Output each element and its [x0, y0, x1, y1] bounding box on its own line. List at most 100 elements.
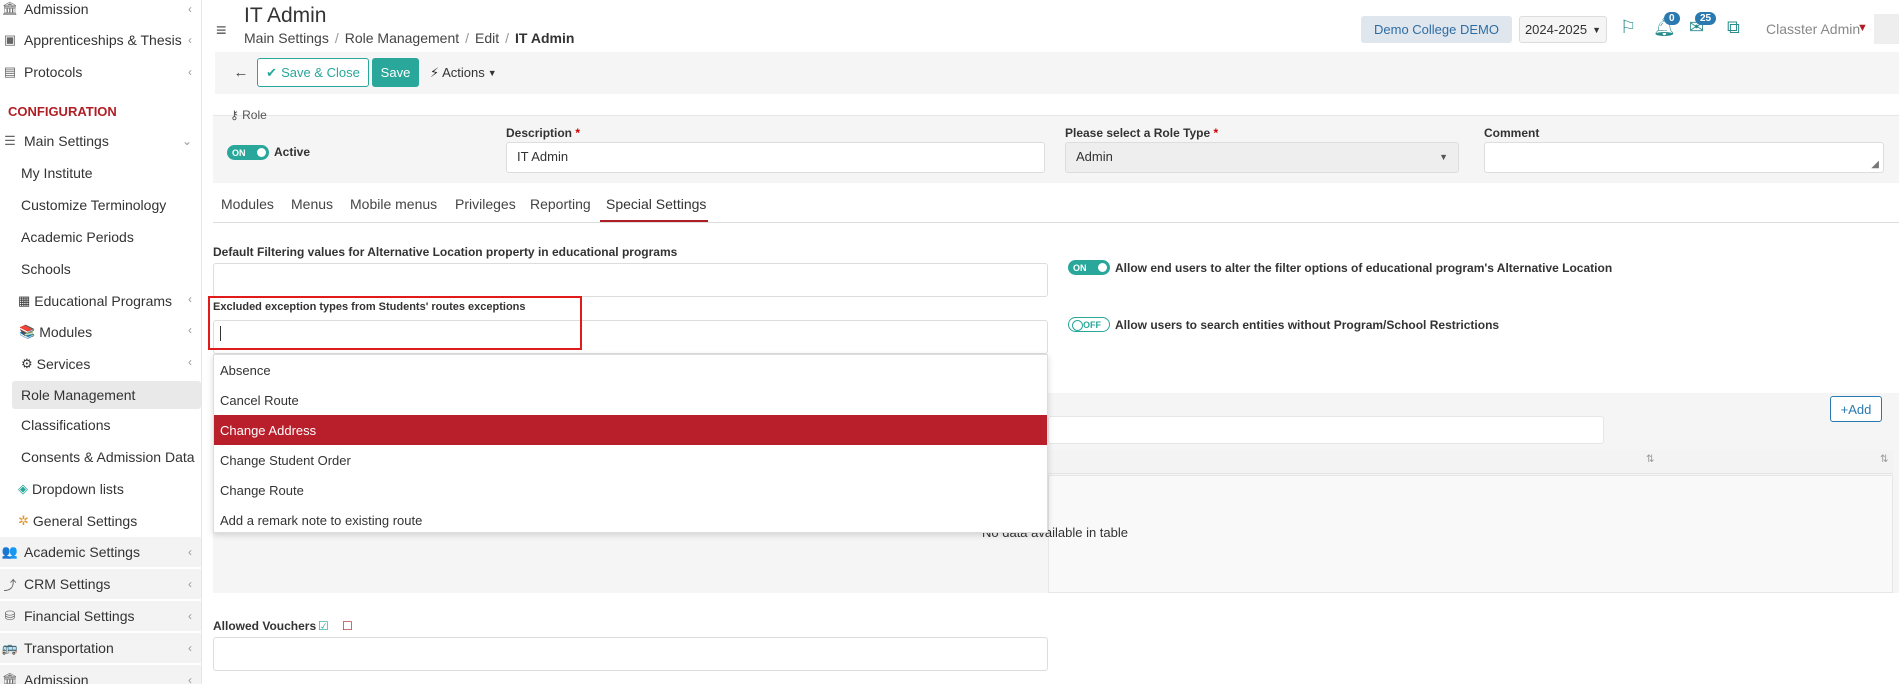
sidebar-sub-role-management[interactable]: Role Management [21, 381, 135, 409]
breadcrumb-current: IT Admin [515, 30, 575, 46]
sidebar-item-apprenticeships[interactable]: ▣ Apprenticeships & Thesis ‹ [0, 25, 201, 55]
search-restrictions-label: Allow users to search entities without P… [1115, 318, 1500, 332]
chevron-left-icon: ‹ [188, 292, 192, 306]
sidebar-sub-label: Role Management [21, 387, 136, 403]
sidebar-item-financial-settings[interactable]: ⛁ Financial Settings ‹ [0, 601, 201, 631]
comment-textarea[interactable]: ◢ [1484, 142, 1884, 173]
search-restrictions-toggle[interactable]: OFF [1068, 317, 1110, 332]
add-button[interactable]: + Add [1830, 396, 1882, 422]
sidebar-item-admission[interactable]: 🏛 Admission ‹ [0, 0, 201, 24]
save-button[interactable]: Save [372, 58, 419, 87]
breadcrumb-edit[interactable]: Edit [475, 30, 499, 46]
actions-dropdown-button[interactable]: ⚡︎ Actions ▼ [430, 58, 497, 87]
chevron-left-icon: ‹ [188, 65, 192, 79]
back-arrow-icon[interactable]: ← [230, 60, 252, 84]
comment-label: Comment [1484, 126, 1540, 140]
active-toggle[interactable]: ON [227, 145, 269, 160]
dropdown-option-cancel-route[interactable]: Cancel Route [214, 385, 1047, 415]
breadcrumb: Main Settings / Role Management / Edit /… [244, 30, 574, 46]
sidebar-sub-label: My Institute [21, 165, 93, 181]
save-close-label: Save & Close [281, 65, 360, 80]
sidebar-sub-schools[interactable]: Schools [21, 255, 71, 283]
allowed-vouchers-input[interactable] [213, 637, 1048, 671]
tab-privileges[interactable]: Privileges [455, 196, 516, 212]
college-selector-button[interactable]: Demo College DEMO [1361, 16, 1512, 43]
sidebar-sub-modules[interactable]: 📚 Modules [19, 318, 92, 346]
table-header: ⇅ ⇅ [1048, 450, 1893, 474]
tab-modules[interactable]: Modules [221, 196, 274, 212]
sidebar-sub-label: Customize Terminology [21, 197, 167, 213]
sidebar-item-transportation[interactable]: 🚌 Transportation ‹ [0, 633, 201, 663]
sidebar-item-protocols[interactable]: ▤ Protocols ‹ [0, 57, 201, 87]
chevron-left-icon: ‹ [188, 577, 192, 591]
box-icon: ▣ [3, 32, 17, 47]
sidebar-item-admission-bottom[interactable]: 🏛 Admission ‹ [0, 665, 201, 684]
bank-icon: 🏛 [1, 672, 19, 684]
sidebar-sub-label: Educational Programs [34, 293, 173, 309]
sidebar-sub-customize-terminology[interactable]: Customize Terminology [21, 191, 166, 219]
breadcrumb-main-settings[interactable]: Main Settings [244, 30, 329, 46]
people-icon: 👥 [1, 544, 19, 559]
tab-special-settings[interactable]: Special Settings [606, 196, 706, 212]
sort-icon[interactable]: ⇅ [1880, 454, 1888, 465]
bolt-icon: ⚡︎ [430, 64, 440, 80]
dropdown-option-change-address[interactable]: Change Address [214, 415, 1047, 445]
uncheck-all-icon[interactable]: ☐ [342, 619, 353, 633]
caret-down-icon: ▼ [1439, 152, 1448, 162]
description-label-text: Description [506, 126, 573, 140]
sidebar-item-academic-settings[interactable]: 👥 Academic Settings ‹ [0, 537, 201, 567]
protocol-icon: ▤ [3, 64, 17, 79]
data-table [1048, 475, 1893, 593]
sidebar-sub-my-institute[interactable]: My Institute [21, 159, 93, 187]
bus-icon: 🚌 [1, 640, 19, 655]
sidebar-item-crm-settings[interactable]: ⤴ CRM Settings ‹ [0, 569, 201, 599]
user-menu[interactable]: Classter Admin [1766, 21, 1860, 37]
flag-icon[interactable]: ⚐ [1620, 17, 1636, 38]
chevron-left-icon: ‹ [188, 609, 192, 623]
dropdown-option-absence[interactable]: Absence [214, 355, 1047, 385]
tab-menus[interactable]: Menus [291, 196, 333, 212]
breadcrumb-separator: / [505, 30, 510, 46]
check-all-icon[interactable]: ☑ [318, 619, 329, 633]
sidebar-sub-services[interactable]: ⚙ Services [21, 350, 90, 378]
caret-down-icon: ▼ [487, 67, 497, 78]
sidebar-item-label: Academic Settings [24, 544, 140, 560]
avatar[interactable] [1874, 14, 1899, 44]
breadcrumb-role-management[interactable]: Role Management [345, 30, 459, 46]
role-type-select[interactable]: Admin ▼ [1065, 142, 1459, 173]
dropdown-option-change-student-order[interactable]: Change Student Order [214, 445, 1047, 475]
bank-icon: 🏛 [1, 1, 19, 16]
tab-mobile-menus[interactable]: Mobile menus [350, 196, 437, 212]
dropdown-option-change-route[interactable]: Change Route [214, 475, 1047, 505]
sidebar-sub-educational-programs[interactable]: ▦ Educational Programs [18, 287, 172, 315]
alt-location-toggle-label: Allow end users to alter the filter opti… [1115, 261, 1613, 275]
save-close-button[interactable]: ✔ Save & Close [257, 58, 369, 87]
tab-reporting[interactable]: Reporting [530, 196, 591, 212]
alt-location-toggle[interactable]: ON [1068, 260, 1110, 275]
sidebar-sub-consents[interactable]: Consents & Admission Data [21, 443, 195, 471]
allowed-vouchers-label: Allowed Vouchers [213, 619, 317, 633]
dropdown-option-add-remark[interactable]: Add a remark note to existing route [214, 505, 1047, 535]
sort-icon[interactable]: ⇅ [1646, 454, 1654, 465]
add-button-label: Add [1848, 401, 1872, 417]
year-selector[interactable]: 2024-2025 ▼ [1519, 16, 1607, 43]
services-icon: ⚙ [21, 356, 33, 371]
required-marker: * [575, 126, 581, 140]
sidebar-item-main-settings[interactable]: ☰ Main Settings ⌄ [0, 126, 201, 156]
sidebar-sub-label: Modules [39, 324, 93, 340]
role-type-value: Admin [1076, 149, 1113, 164]
sidebar-sub-academic-periods[interactable]: Academic Periods [21, 223, 134, 251]
sidebar-sub-general-settings[interactable]: ✲ General Settings [18, 507, 137, 535]
hamburger-menu-icon[interactable]: ≡ [216, 20, 227, 41]
sidebar-sub-classifications[interactable]: Classifications [21, 411, 110, 439]
resize-handle-icon: ◢ [1871, 159, 1879, 170]
sidebar-item-label: Admission [24, 1, 89, 17]
role-type-label-text: Please select a Role Type [1065, 126, 1211, 140]
sidebar-sub-dropdown-lists[interactable]: ◈ Dropdown lists [18, 475, 124, 503]
alt-location-input[interactable] [213, 263, 1048, 297]
role-legend-text: Role [242, 108, 267, 122]
gear-icon: ✲ [18, 513, 29, 528]
layers-plus-icon[interactable]: ⧉ [1727, 17, 1740, 38]
table-search-input[interactable] [1048, 416, 1604, 444]
description-input[interactable]: IT Admin [506, 142, 1045, 173]
